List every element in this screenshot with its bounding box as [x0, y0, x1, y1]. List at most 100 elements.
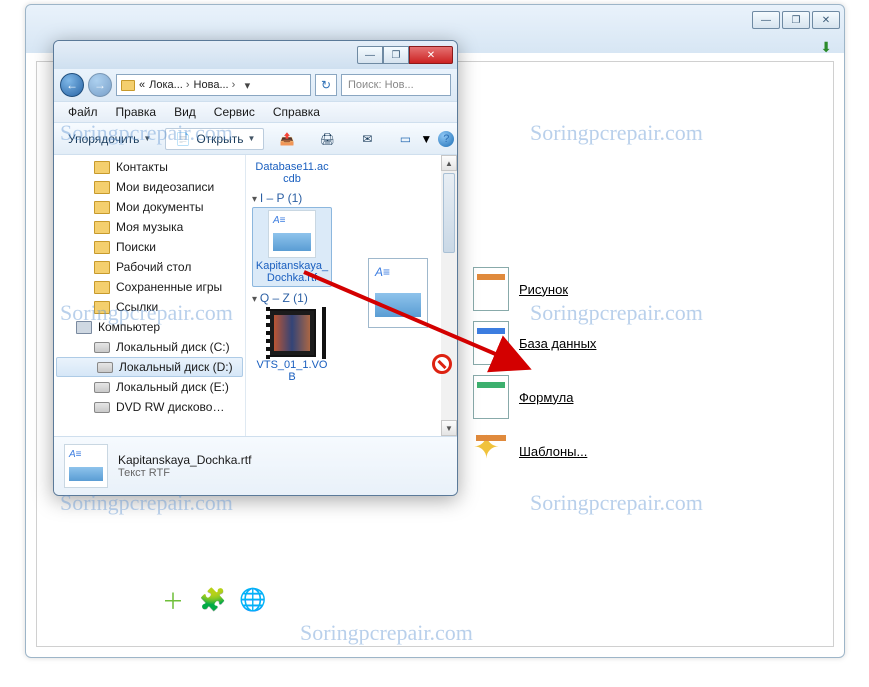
- tree-item-label: Локальный диск (D:): [119, 360, 233, 374]
- tree-item-label: Сохраненные игры: [116, 280, 222, 294]
- file-vts[interactable]: VTS_01_1.VOB: [252, 307, 332, 385]
- tree-item-icon: [94, 301, 110, 314]
- tree-item-label: Мои документы: [116, 200, 203, 214]
- tree-item[interactable]: Мои документы: [54, 197, 245, 217]
- tree-item-icon: [94, 402, 110, 413]
- details-filename: Kapitanskaya_Dochka.rtf: [118, 453, 251, 467]
- explorer-min-button[interactable]: —: [357, 46, 383, 64]
- tree-item-icon: [94, 342, 110, 353]
- item-picture[interactable]: Рисунок: [473, 262, 596, 316]
- search-placeholder: Поиск: Нов...: [348, 79, 414, 91]
- open-label: Открыть: [196, 132, 243, 146]
- file-groups: Database11.accdb I – P (1) Kapitanskaya_Do…: [252, 159, 451, 385]
- back-doc-type-list: Рисунок База данных Формула ✦Шаблоны...: [473, 262, 596, 478]
- doc-type-label: Рисунок: [519, 282, 568, 297]
- download-icon[interactable]: ⬇: [820, 39, 832, 56]
- back-titlebar: — ❐ ✕: [26, 5, 844, 35]
- help-button[interactable]: ?: [438, 131, 454, 147]
- back-close-button[interactable]: ✕: [812, 11, 840, 29]
- extension-add-icon[interactable]: ＋: [157, 584, 189, 616]
- open-button[interactable]: 📄 Открыть ▼: [165, 128, 264, 150]
- tree-item-label: Рабочий стол: [116, 260, 191, 274]
- tree-item-icon: [94, 281, 110, 294]
- extension-globe-icon[interactable]: 🌐: [237, 584, 269, 616]
- tree-item[interactable]: Мои видеозаписи: [54, 177, 245, 197]
- nav-forward-button[interactable]: →: [88, 73, 112, 97]
- tree-item-icon: [94, 241, 110, 254]
- file-label: Kapitanskaya_Dochka.rtf: [255, 260, 329, 284]
- explorer-titlebar[interactable]: — ❐ ✕: [54, 41, 457, 69]
- tree-item[interactable]: DVD RW дисково…: [54, 397, 245, 417]
- print-icon: 🖨: [318, 130, 336, 148]
- burn-button[interactable]: ✉: [350, 128, 384, 150]
- file-group-header[interactable]: Q – Z (1): [252, 291, 451, 305]
- file-group-header[interactable]: I – P (1): [252, 191, 451, 205]
- tree-item[interactable]: Контакты: [54, 157, 245, 177]
- tree-item[interactable]: Локальный диск (E:): [54, 377, 245, 397]
- tree-item[interactable]: Рабочий стол: [54, 257, 245, 277]
- tree-item[interactable]: Поиски: [54, 237, 245, 257]
- tree-item[interactable]: Сохраненные игры: [54, 277, 245, 297]
- chevron-down-icon: ▼: [143, 134, 151, 143]
- menu-справка[interactable]: Справка: [265, 104, 328, 120]
- explorer-address-bar: ← → « Лока... Нова... ▾ ↻ Поиск: Нов...: [54, 69, 457, 101]
- open-icon: 📄: [174, 130, 192, 148]
- tree-item[interactable]: Компьютер: [54, 317, 245, 337]
- doc-type-icon: [473, 375, 509, 419]
- menu-сервис[interactable]: Сервис: [206, 104, 263, 120]
- vertical-scrollbar[interactable]: ▲ ▼: [441, 155, 457, 436]
- tree-item-icon: [94, 201, 110, 214]
- item-database[interactable]: База данных: [473, 316, 596, 370]
- scroll-down-button[interactable]: ▼: [441, 420, 457, 436]
- chevron-down-icon: ▼: [247, 134, 255, 143]
- share-button[interactable]: 📤: [270, 128, 304, 150]
- organize-button[interactable]: Упорядочить ▼: [60, 128, 159, 150]
- file-pane[interactable]: Database11.accdb I – P (1) Kapitanskaya_Do…: [246, 155, 457, 436]
- tree-item[interactable]: Локальный диск (D:): [56, 357, 243, 377]
- extension-puzzle-icon[interactable]: 🧩: [197, 584, 229, 616]
- back-min-button[interactable]: —: [752, 11, 780, 29]
- tree-item-icon: [94, 261, 110, 274]
- refresh-button[interactable]: ↻: [315, 74, 337, 96]
- scroll-thumb[interactable]: [443, 173, 455, 253]
- tree-item-icon: [76, 321, 92, 334]
- print-button[interactable]: 🖨: [310, 128, 344, 150]
- views-button[interactable]: ▭: [396, 130, 414, 148]
- doc-type-label: База данных: [519, 336, 596, 351]
- tree-item-label: Ссылки: [116, 300, 158, 314]
- explorer-close-button[interactable]: ✕: [409, 46, 453, 64]
- scroll-up-button[interactable]: ▲: [441, 155, 457, 171]
- breadcrumb-prefix: «: [139, 79, 145, 91]
- menu-вид[interactable]: Вид: [166, 104, 204, 120]
- chevron-down-icon[interactable]: ▼: [420, 132, 432, 146]
- tree-item-icon: [94, 382, 110, 393]
- item-formula[interactable]: Формула: [473, 370, 596, 424]
- breadcrumb-seg-1[interactable]: Лока...: [149, 79, 189, 91]
- file-kapitanskaya[interactable]: Kapitanskaya_Dochka.rtf: [252, 207, 332, 287]
- nav-back-button[interactable]: ←: [60, 73, 84, 97]
- menu-правка[interactable]: Правка: [108, 104, 165, 120]
- breadcrumb-seg-2[interactable]: Нова...: [194, 79, 236, 91]
- breadcrumb-dropdown[interactable]: ▾: [239, 79, 255, 92]
- tree-item-icon: [94, 181, 110, 194]
- file-label: VTS_01_1.VOB: [255, 359, 329, 383]
- share-icon: 📤: [278, 130, 296, 148]
- organize-label: Упорядочить: [68, 132, 139, 146]
- tree-item-label: Контакты: [116, 160, 168, 174]
- explorer-menubar: ФайлПравкаВидСервисСправка: [54, 101, 457, 123]
- back-max-button[interactable]: ❐: [782, 11, 810, 29]
- item-templates[interactable]: ✦Шаблоны...: [473, 424, 596, 478]
- explorer-max-button[interactable]: ❐: [383, 46, 409, 64]
- doc-type-label: Формула: [519, 390, 573, 405]
- nav-tree[interactable]: Контакты Мои видеозаписи Мои документы Моя …: [54, 155, 246, 436]
- tree-item[interactable]: Локальный диск (C:): [54, 337, 245, 357]
- breadcrumb[interactable]: « Лока... Нова... ▾: [116, 74, 311, 96]
- menu-файл[interactable]: Файл: [60, 104, 106, 120]
- mail-icon: ✉: [358, 130, 376, 148]
- file-database11[interactable]: Database11.accdb: [252, 159, 332, 187]
- search-input[interactable]: Поиск: Нов...: [341, 74, 451, 96]
- tree-item-icon: [94, 161, 110, 174]
- tree-item[interactable]: Моя музыка: [54, 217, 245, 237]
- tree-item-label: Локальный диск (C:): [116, 340, 230, 354]
- tree-item[interactable]: Ссылки: [54, 297, 245, 317]
